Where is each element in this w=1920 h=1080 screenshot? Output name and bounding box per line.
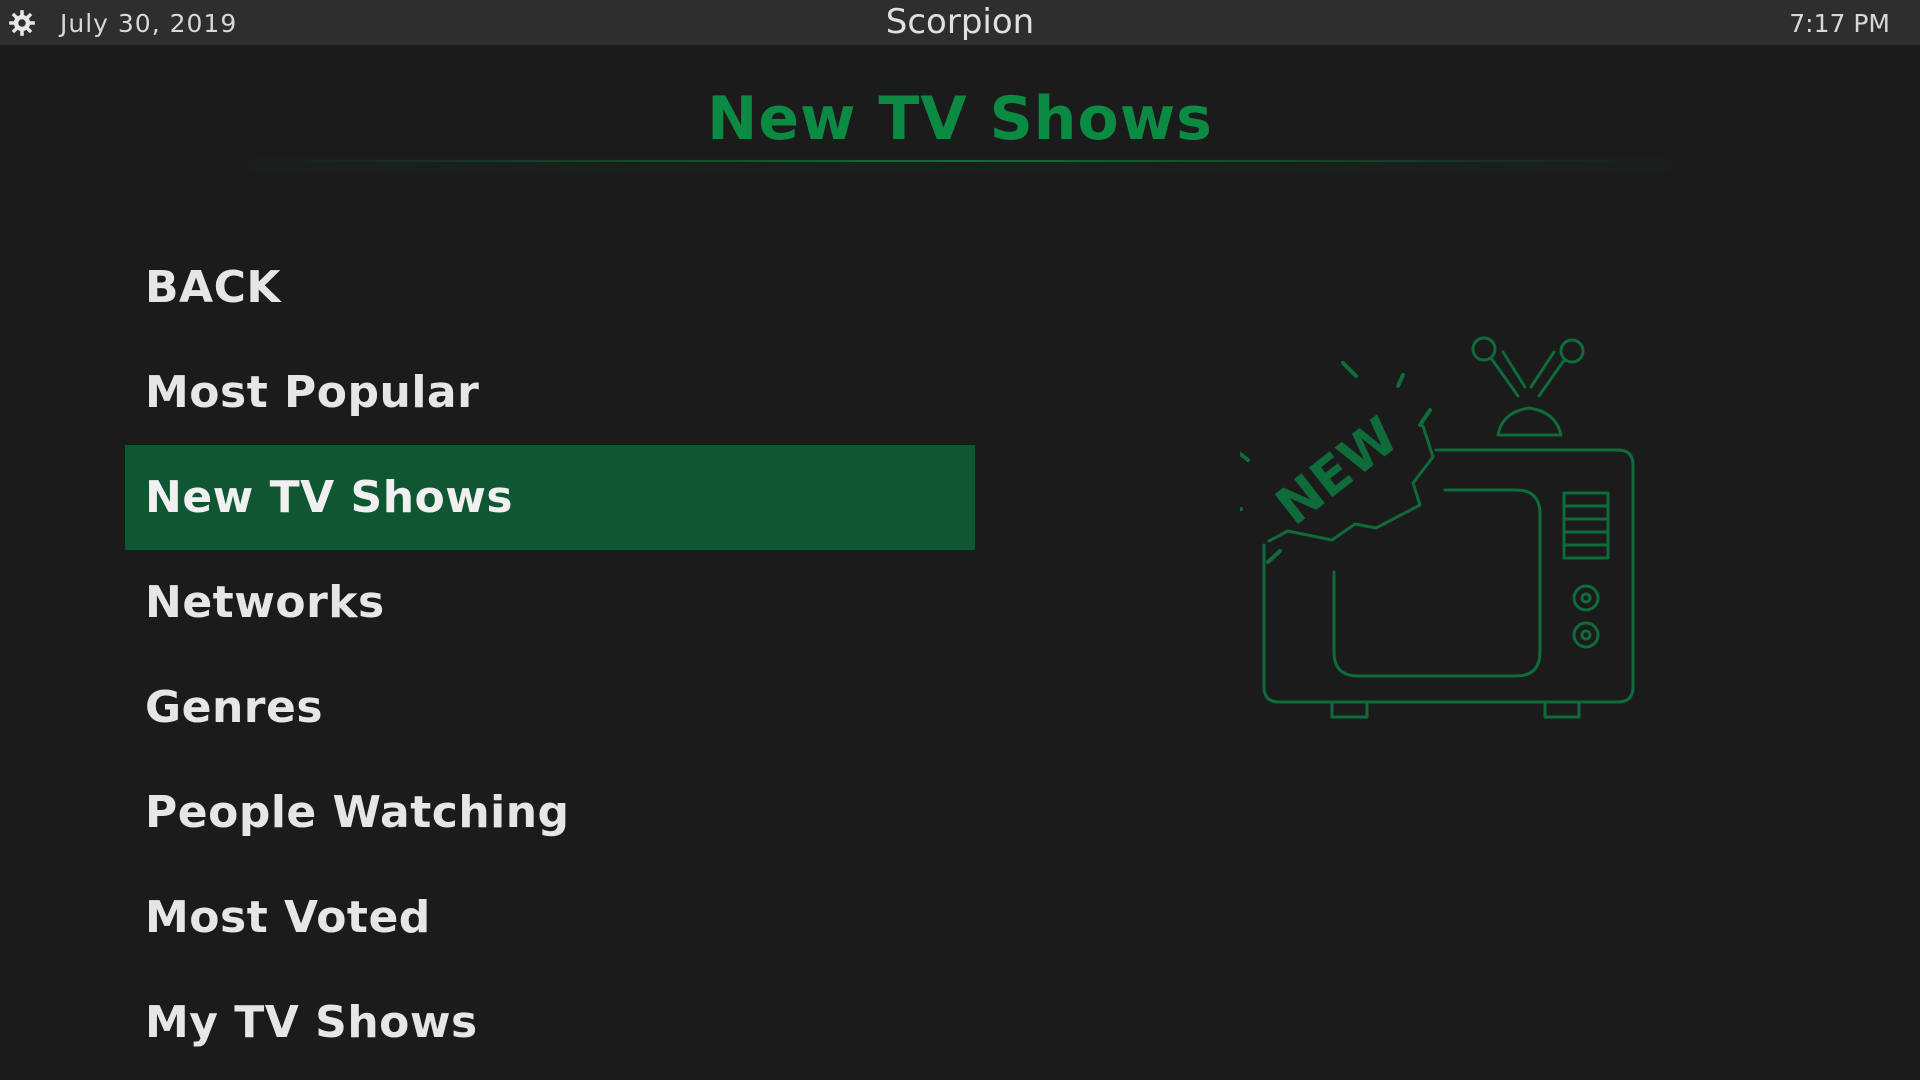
new-tv-icon: NEW [1240, 336, 1635, 719]
top-bar: July 30, 2019 Scorpion 7:17 PM [0, 0, 1920, 45]
menu-item-most-voted[interactable]: Most Voted [125, 865, 975, 970]
menu-item-back[interactable]: BACK [125, 235, 975, 340]
main-menu: BACK Most Popular New TV Shows Networks … [125, 235, 975, 1075]
menu-item-most-popular[interactable]: Most Popular [125, 340, 975, 445]
title-divider [250, 160, 1670, 162]
page-title: New TV Shows [707, 84, 1213, 154]
menu-item-genres[interactable]: Genres [125, 655, 975, 760]
new-badge-text: NEW [1265, 406, 1409, 537]
menu-item-networks[interactable]: Networks [125, 550, 975, 655]
app-title: Scorpion [885, 2, 1035, 42]
menu-item-my-tv-shows[interactable]: My TV Shows [125, 970, 975, 1075]
clock-label: 7:17 PM [1789, 9, 1890, 38]
menu-item-new-tv-shows[interactable]: New TV Shows [125, 445, 975, 550]
menu-item-people-watching[interactable]: People Watching [125, 760, 975, 865]
